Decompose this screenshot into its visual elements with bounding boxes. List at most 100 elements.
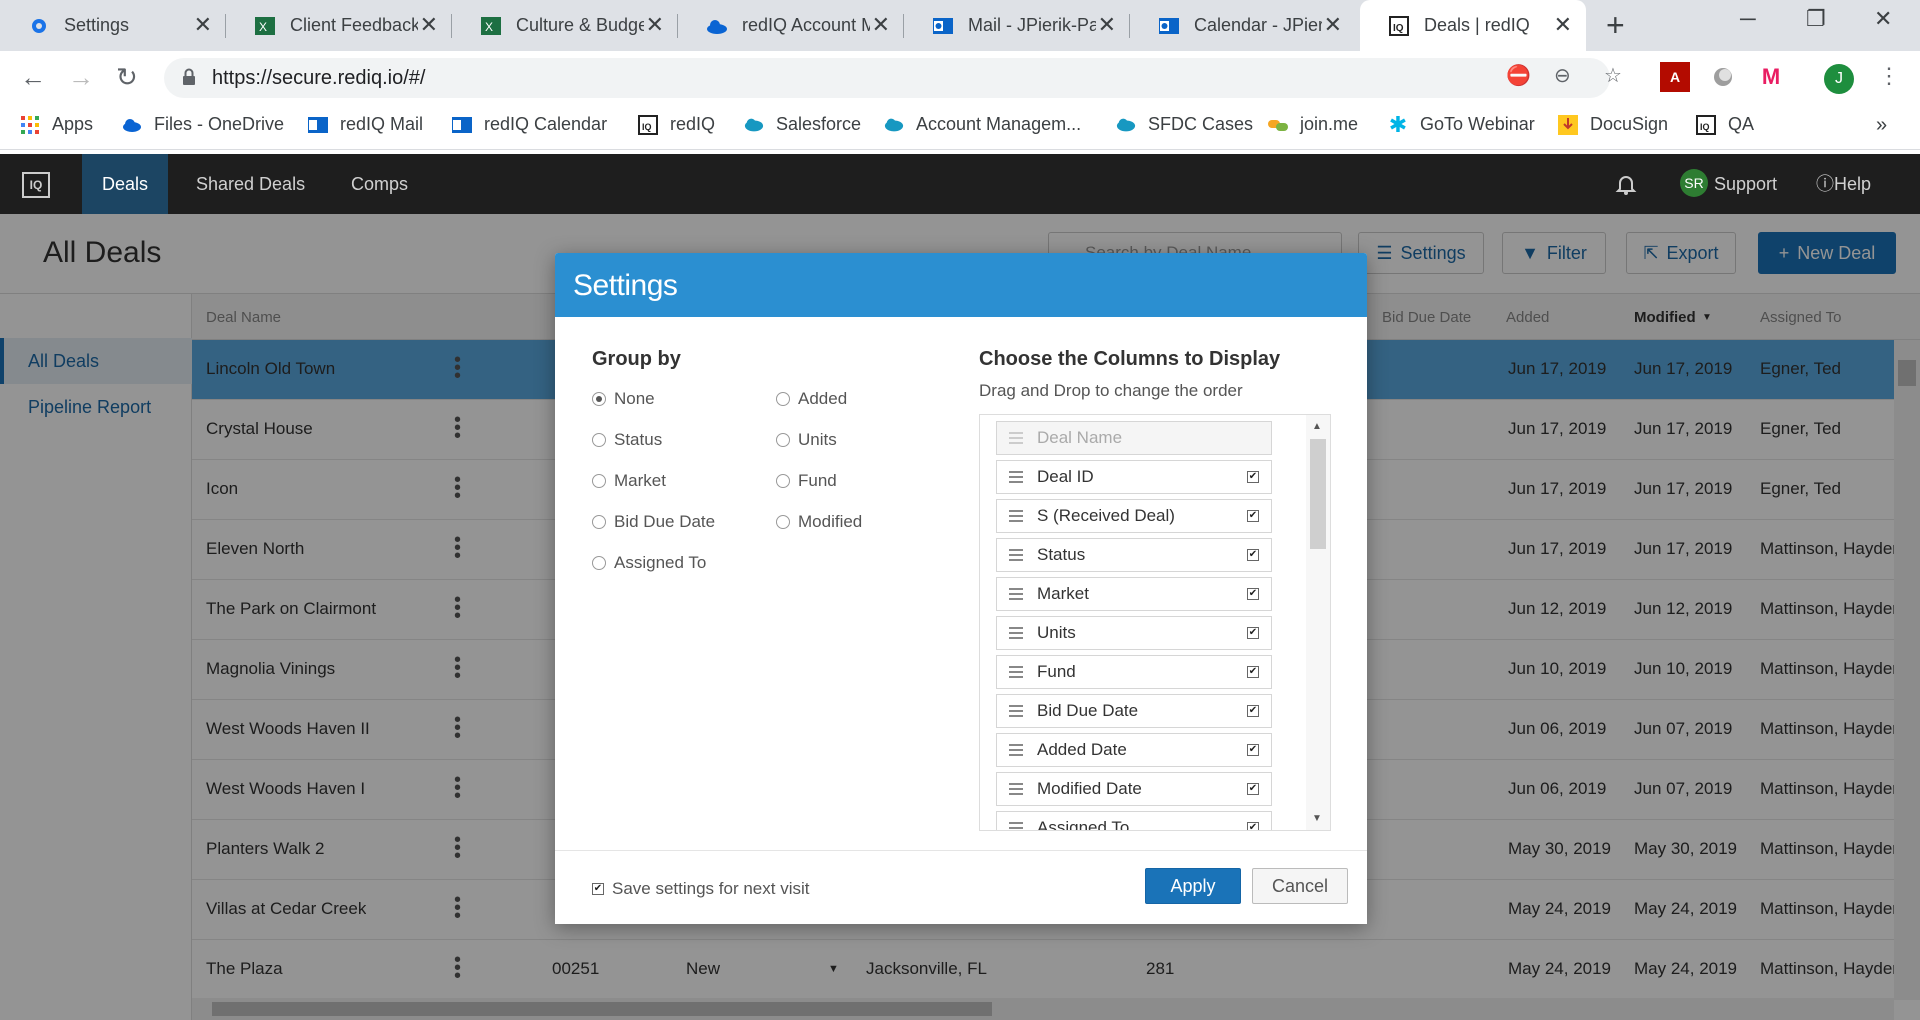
scroll-down-icon[interactable]: ▼ [1312, 813, 1322, 824]
cancel-button[interactable]: Cancel [1252, 868, 1348, 904]
bookmark-star-icon[interactable]: ☆ [1604, 63, 1622, 88]
blocked-cookie-icon[interactable]: ⛔ [1506, 63, 1531, 88]
reload-icon[interactable]: ↻ [116, 61, 138, 93]
nav-shared-deals[interactable]: Shared Deals [176, 154, 325, 214]
checkbox-icon[interactable]: ✔ [592, 883, 604, 895]
browser-tab-culture-budget[interactable]: X Culture & Budget ✕ [452, 0, 678, 51]
column-option-status[interactable]: Status ✔ [996, 538, 1272, 572]
browser-tab-settings[interactable]: Settings ✕ [0, 0, 226, 51]
checkbox-icon[interactable]: ✔ [1247, 744, 1259, 756]
radio-icon[interactable] [592, 556, 606, 570]
close-icon[interactable]: ✕ [194, 14, 212, 36]
close-icon[interactable]: ✕ [646, 14, 664, 36]
radio-icon[interactable] [592, 515, 606, 529]
drag-handle-icon[interactable] [1009, 666, 1023, 678]
drag-handle-icon[interactable] [1009, 588, 1023, 600]
column-option-modified-date[interactable]: Modified Date ✔ [996, 772, 1272, 806]
column-option-deal-id[interactable]: Deal ID ✔ [996, 460, 1272, 494]
checkbox-icon[interactable]: ✔ [1247, 627, 1259, 639]
rediq-logo[interactable]: IQ [22, 172, 50, 198]
save-settings-checkbox[interactable]: ✔ Save settings for next visit [592, 879, 809, 899]
chrome-menu-icon[interactable]: ⋮ [1878, 63, 1900, 89]
group-by-option-added[interactable]: Added [776, 389, 847, 409]
bookmark-apps[interactable]: Apps [20, 114, 93, 135]
drag-handle-icon[interactable] [1009, 705, 1023, 717]
address-bar[interactable]: https://secure.rediq.io/#/ [164, 58, 1610, 98]
group-by-option-status[interactable]: Status [592, 430, 662, 450]
group-by-option-none[interactable]: None [592, 389, 655, 409]
bookmark-salesforce[interactable]: Salesforce [744, 114, 861, 135]
radio-icon[interactable] [776, 433, 790, 447]
checkbox-icon[interactable]: ✔ [1247, 588, 1259, 600]
column-option-deal-name[interactable]: Deal Name [996, 421, 1272, 455]
bookmark-files-onedrive[interactable]: Files - OneDrive [122, 114, 284, 135]
extension-circle-icon[interactable] [1708, 62, 1738, 92]
drag-handle-icon[interactable] [1009, 783, 1023, 795]
bookmark-docusign[interactable]: DocuSign [1558, 114, 1668, 135]
restore-icon[interactable]: ❐ [1806, 6, 1826, 32]
bookmark-account-management[interactable]: Account Managem... [884, 114, 1081, 135]
checkbox-icon[interactable]: ✔ [1247, 783, 1259, 795]
more-bookmarks-button[interactable]: » [1876, 114, 1887, 137]
group-by-option-units[interactable]: Units [776, 430, 837, 450]
column-option-added-date[interactable]: Added Date ✔ [996, 733, 1272, 767]
group-by-option-bid-due-date[interactable]: Bid Due Date [592, 512, 715, 532]
window-close-icon[interactable]: ✕ [1874, 6, 1892, 32]
checkbox-icon[interactable]: ✔ [1247, 471, 1259, 483]
nav-comps[interactable]: Comps [331, 154, 428, 214]
group-by-option-fund[interactable]: Fund [776, 471, 837, 491]
bookmark-qa[interactable]: IQ QA [1696, 114, 1754, 135]
drag-handle-icon[interactable] [1009, 549, 1023, 561]
close-icon[interactable]: ✕ [872, 14, 890, 36]
nav-deals[interactable]: Deals [82, 154, 169, 214]
acrobat-extension-icon[interactable]: A [1660, 62, 1690, 92]
new-tab-button[interactable]: + [1606, 8, 1625, 42]
browser-tab-mail[interactable]: Mail - JPierik-Pa ✕ [904, 0, 1130, 51]
radio-icon[interactable] [592, 433, 606, 447]
column-option-units[interactable]: Units ✔ [996, 616, 1272, 650]
m-extension-icon[interactable]: M [1756, 62, 1786, 92]
drag-handle-icon[interactable] [1009, 627, 1023, 639]
profile-avatar[interactable]: J [1824, 64, 1854, 94]
close-icon[interactable]: ✕ [1098, 14, 1116, 36]
forward-arrow-icon[interactable]: → [68, 61, 94, 93]
support-link[interactable]: Support [1714, 154, 1777, 214]
help-icon[interactable]: ⓘ [1816, 154, 1834, 214]
group-by-option-modified[interactable]: Modified [776, 512, 862, 532]
drag-handle-icon[interactable] [1009, 432, 1023, 444]
close-icon[interactable]: ✕ [1324, 14, 1342, 36]
radio-icon[interactable] [776, 515, 790, 529]
drag-handle-icon[interactable] [1009, 510, 1023, 522]
bookmark-rediq-mail[interactable]: redIQ Mail [308, 114, 423, 135]
scroll-thumb[interactable] [1310, 439, 1326, 549]
minimize-icon[interactable]: ─ [1740, 6, 1756, 32]
browser-tab-deals-rediq[interactable]: IQ Deals | redIQ ✕ [1360, 0, 1586, 51]
group-by-option-assigned-to[interactable]: Assigned To [592, 553, 706, 573]
checkbox-icon[interactable]: ✔ [1247, 822, 1259, 830]
column-option-s-received-deal[interactable]: S (Received Deal) ✔ [996, 499, 1272, 533]
bell-icon[interactable] [1614, 172, 1638, 196]
back-arrow-icon[interactable]: ← [20, 61, 46, 93]
column-option-assigned-to[interactable]: Assigned To ✔ [996, 811, 1272, 830]
apply-button[interactable]: Apply [1145, 868, 1241, 904]
drag-handle-icon[interactable] [1009, 471, 1023, 483]
close-icon[interactable]: ✕ [420, 14, 438, 36]
column-option-bid-due-date[interactable]: Bid Due Date ✔ [996, 694, 1272, 728]
bookmark-rediq-calendar[interactable]: redIQ Calendar [452, 114, 607, 135]
scroll-up-icon[interactable]: ▲ [1312, 421, 1322, 432]
group-by-option-market[interactable]: Market [592, 471, 666, 491]
radio-icon[interactable] [592, 392, 606, 406]
drag-handle-icon[interactable] [1009, 822, 1023, 830]
bookmark-sfdc-cases[interactable]: SFDC Cases [1116, 114, 1253, 135]
bookmark-rediq[interactable]: IQ redIQ [638, 114, 715, 135]
browser-tab-calendar[interactable]: Calendar - JPierik ✕ [1130, 0, 1356, 51]
radio-icon[interactable] [776, 392, 790, 406]
column-option-market[interactable]: Market ✔ [996, 577, 1272, 611]
list-scrollbar[interactable]: ▲ ▼ [1306, 415, 1330, 830]
user-avatar[interactable]: SR [1680, 169, 1708, 197]
checkbox-icon[interactable]: ✔ [1247, 510, 1259, 522]
close-icon[interactable]: ✕ [1554, 14, 1572, 36]
drag-handle-icon[interactable] [1009, 744, 1023, 756]
checkbox-icon[interactable]: ✔ [1247, 705, 1259, 717]
help-link[interactable]: Help [1834, 154, 1871, 214]
